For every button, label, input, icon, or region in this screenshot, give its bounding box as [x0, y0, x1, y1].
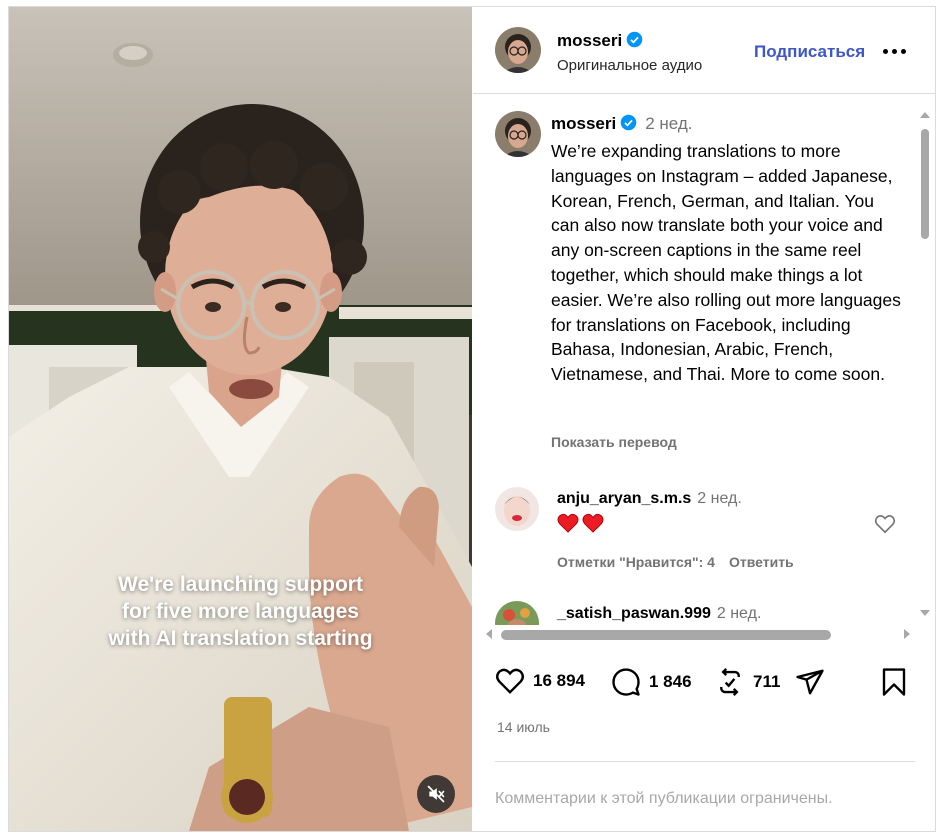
vertical-scrollbar-thumb[interactable] — [921, 129, 929, 239]
red-heart-emoji-icon — [557, 513, 579, 533]
caption-line: with AI translation starting — [108, 627, 373, 650]
likes-count[interactable]: 16 894 — [533, 671, 585, 691]
avatar[interactable] — [495, 111, 541, 157]
bookmark-icon[interactable] — [881, 667, 907, 697]
avatar[interactable] — [495, 27, 541, 73]
comments-area[interactable]: mosseri 2 нед. We’re expanding translatio… — [473, 95, 936, 625]
comments-count[interactable]: 1 846 — [649, 672, 692, 692]
mute-button[interactable] — [417, 775, 455, 813]
author-username[interactable]: mosseri — [557, 31, 643, 51]
vertical-scrollbar[interactable] — [916, 107, 934, 621]
caption-username[interactable]: mosseri — [551, 114, 616, 133]
share-button[interactable] — [795, 667, 825, 697]
speaker-muted-icon — [427, 785, 445, 803]
scroll-down-arrow-icon[interactable] — [920, 609, 930, 617]
verified-badge-icon — [620, 114, 637, 131]
scroll-up-arrow-icon[interactable] — [920, 111, 930, 119]
verified-badge-icon — [626, 31, 643, 48]
more-options-icon[interactable] — [883, 41, 913, 61]
comment-actions: Отметки "Нравится": 4 Ответить — [557, 554, 794, 570]
post-action-bar: 16 894 1 846 711 14 июль — [473, 643, 936, 753]
save-button[interactable] — [881, 667, 907, 697]
reposts-count[interactable]: 711 — [753, 672, 780, 692]
audio-label[interactable]: Оригинальное аудио — [557, 57, 702, 74]
comment-likes-count[interactable]: Отметки "Нравится": 4 — [557, 554, 715, 570]
show-translation-link[interactable]: Показать перевод — [551, 434, 677, 450]
scroll-right-arrow-icon[interactable] — [903, 629, 911, 639]
caption-line: for five more languages — [122, 600, 359, 623]
commenter-username[interactable]: anju_aryan_s.m.s 2 нед. — [557, 490, 742, 508]
post-date[interactable]: 14 июль — [497, 719, 550, 735]
follow-button[interactable]: Подписаться — [754, 42, 865, 62]
caption-line: We're launching support — [118, 573, 363, 596]
commenter-avatar[interactable] — [495, 487, 539, 531]
post-header: mosseri Оригинальное аудио Подписаться — [473, 7, 936, 94]
reel-video[interactable]: We're launching support for five more la… — [9, 7, 472, 831]
caption-text: We’re expanding translations to more lan… — [551, 141, 901, 385]
like-button[interactable]: 16 894 — [495, 667, 585, 695]
comment-time[interactable]: 2 нед. — [717, 605, 762, 622]
heart-icon[interactable] — [495, 667, 525, 695]
red-heart-emoji-icon — [582, 513, 604, 533]
repost-icon[interactable] — [715, 667, 745, 697]
comment-text — [557, 513, 604, 533]
caption-meta: mosseri 2 нед. — [551, 114, 693, 134]
horizontal-scrollbar[interactable] — [483, 625, 913, 643]
horizontal-scrollbar-thumb[interactable] — [501, 630, 831, 640]
post-details-panel: mosseri Оригинальное аудио Подписаться m… — [473, 7, 936, 831]
commenter-username[interactable]: _satish_paswan.999 2 нед. — [557, 605, 761, 623]
comment-like-heart-icon[interactable] — [874, 514, 896, 534]
commenter-avatar[interactable] — [495, 601, 539, 625]
repost-button[interactable]: 711 — [715, 667, 780, 697]
post-dialog: We're launching support for five more la… — [8, 6, 936, 832]
scroll-left-arrow-icon[interactable] — [485, 629, 493, 639]
reply-button[interactable]: Ответить — [729, 554, 794, 570]
comment-button[interactable]: 1 846 — [611, 667, 692, 697]
comments-restricted-notice: Комментарии к этой публикации ограничены… — [495, 761, 915, 808]
video-caption: We're launching support for five more la… — [29, 571, 452, 652]
video-frame-image — [9, 7, 472, 831]
paper-plane-icon[interactable] — [795, 667, 825, 697]
comment-bubble-icon[interactable] — [611, 667, 641, 697]
comment-time[interactable]: 2 нед. — [697, 490, 742, 507]
caption-time[interactable]: 2 нед. — [645, 114, 692, 133]
